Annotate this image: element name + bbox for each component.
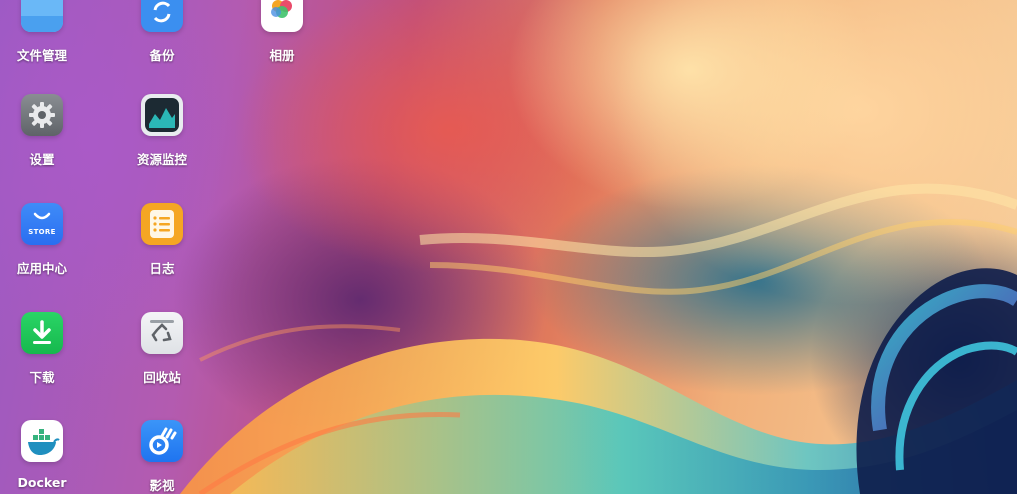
app-recycle-bin[interactable]: 回收站	[112, 312, 212, 402]
app-settings[interactable]: 设置	[0, 94, 92, 184]
smile-icon	[33, 212, 51, 220]
app-label: 应用中心	[16, 261, 67, 276]
app-backup[interactable]: 备份	[112, 0, 212, 80]
backup-sync-icon	[141, 0, 183, 32]
app-label: 设置	[29, 152, 55, 167]
app-label: 日志	[149, 261, 175, 276]
app-file-manager[interactable]: 文件管理	[0, 0, 92, 80]
app-label: 文件管理	[16, 48, 67, 63]
app-store[interactable]: STORE 应用中心	[0, 203, 92, 293]
app-docker[interactable]: Docker	[0, 420, 92, 494]
app-download[interactable]: 下载	[0, 312, 92, 402]
log-list-icon	[141, 203, 183, 245]
app-label: 回收站	[143, 370, 181, 385]
folder-icon	[21, 0, 63, 32]
video-player-icon	[141, 420, 183, 462]
app-label: 资源监控	[136, 152, 187, 167]
app-label: Docker	[17, 475, 67, 490]
docker-whale-icon	[21, 420, 63, 462]
app-photos[interactable]: 相册	[232, 0, 332, 80]
app-label: 备份	[149, 48, 175, 63]
download-icon	[21, 312, 63, 354]
photos-flower-icon	[261, 0, 303, 32]
gear-icon	[21, 94, 63, 136]
app-label: 下载	[29, 370, 55, 385]
app-label: 影视	[149, 478, 175, 493]
resource-monitor-icon	[141, 94, 183, 136]
app-label: 相册	[269, 48, 295, 63]
recycle-bin-icon	[141, 312, 183, 354]
store-icon-text: STORE	[28, 228, 56, 236]
desktop-wallpaper: 文件管理 备份 相册 设置 资源监控 STORE 应用中心 日志 下载 回收站 …	[0, 0, 1017, 494]
app-logs[interactable]: 日志	[112, 203, 212, 293]
store-bag-icon: STORE	[21, 203, 63, 245]
app-video[interactable]: 影视	[112, 420, 212, 494]
app-resource-monitor[interactable]: 资源监控	[112, 94, 212, 184]
